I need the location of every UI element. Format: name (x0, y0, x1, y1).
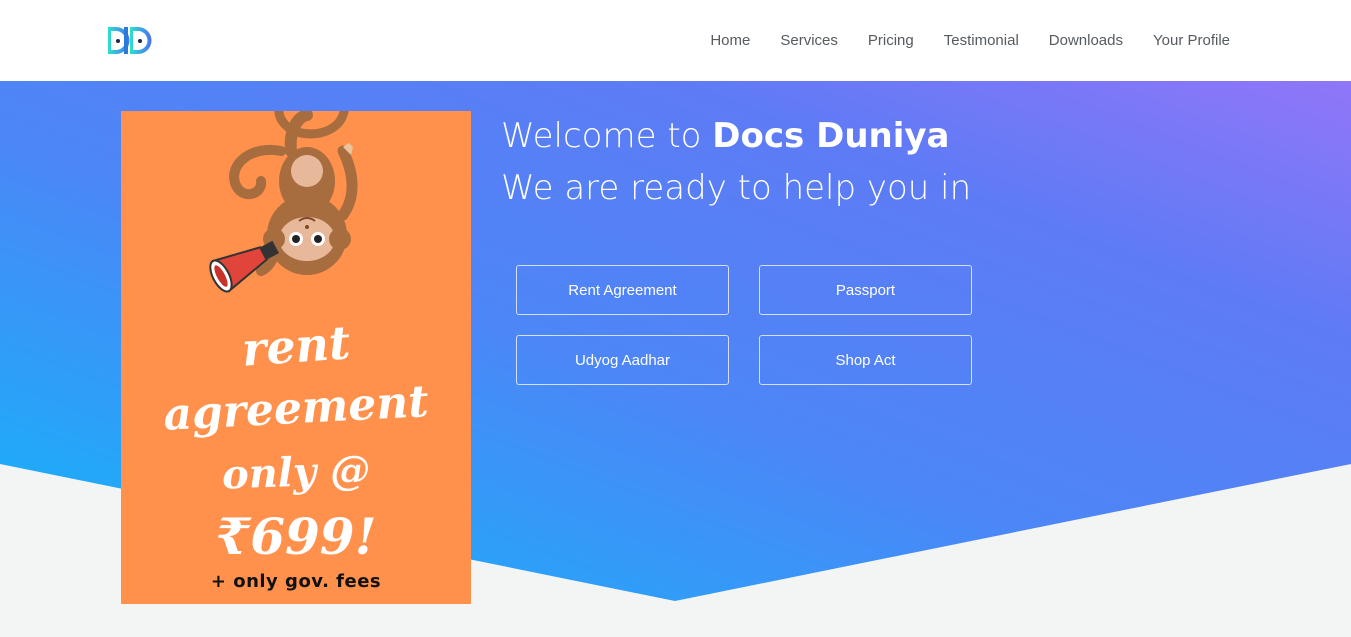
hero-subtitle: We are ready to help you in (501, 168, 972, 208)
brand-name: Docs Duniya (712, 116, 950, 156)
rent-agreement-poster[interactable]: rent agreement only @ ₹699! + only gov. … (121, 111, 471, 604)
nav-home[interactable]: Home (710, 32, 750, 49)
shop-act-button[interactable]: Shop Act (759, 335, 972, 385)
poster-text-only-at: only @ (221, 446, 371, 499)
nav-pricing[interactable]: Pricing (868, 32, 914, 49)
poster-text-fees: + only gov. fees (210, 571, 382, 592)
nav-testimonial[interactable]: Testimonial (944, 32, 1019, 49)
main-nav: Home Services Pricing Testimonial Downlo… (710, 0, 1230, 81)
nav-downloads[interactable]: Downloads (1049, 32, 1123, 49)
poster-text-price: ₹699! (215, 507, 377, 566)
docs-duniya-logo[interactable]: DD (106, 25, 158, 56)
udyog-aadhar-button[interactable]: Udyog Aadhar (516, 335, 729, 385)
rent-agreement-button[interactable]: Rent Agreement (516, 265, 729, 315)
hero-heading: Welcome to Docs Duniya We are ready to h… (501, 110, 971, 214)
monkey-megaphone-illustration (209, 111, 358, 293)
nav-services[interactable]: Services (780, 32, 838, 49)
welcome-line: Welcome to Docs Duniya (501, 110, 971, 162)
welcome-prefix: Welcome to (501, 116, 713, 156)
passport-button[interactable]: Passport (759, 265, 972, 315)
poster-text-agreement: agreement (162, 376, 430, 441)
navbar: DD Home Services Pricing Testimonial Dow… (0, 0, 1351, 81)
nav-your-profile[interactable]: Your Profile (1153, 32, 1230, 49)
